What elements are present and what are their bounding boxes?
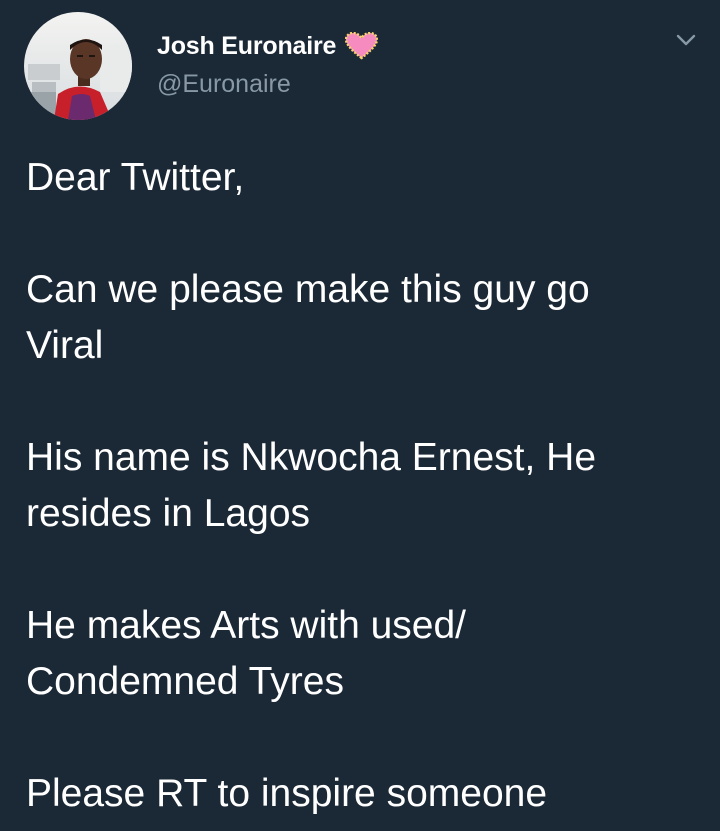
- tweet-text: Dear Twitter, Can we please make this gu…: [26, 150, 696, 822]
- display-name[interactable]: Josh Euronaire: [157, 32, 336, 61]
- tweet-paragraph: His name is Nkwocha Ernest, He resides i…: [26, 430, 696, 542]
- tweet-line: Please RT to inspire someone: [26, 772, 548, 815]
- tweet-line: resides in Lagos: [26, 492, 311, 535]
- tweet-paragraph: Please RT to inspire someone: [26, 766, 696, 822]
- tweet-line: Condemned Tyres: [26, 660, 344, 703]
- tweet-line: Can we please make this guy go: [26, 268, 590, 311]
- tweet-line: Dear Twitter,: [26, 156, 245, 199]
- tweet: Josh Euronaire @Euronaire Dear Twitter, …: [0, 0, 720, 831]
- chevron-down-icon[interactable]: [669, 28, 703, 52]
- author-info: Josh Euronaire @Euronaire: [157, 30, 379, 99]
- tweet-line: His name is Nkwocha Ernest, He: [26, 436, 597, 479]
- tweet-line: Viral: [26, 324, 104, 367]
- pink-heart-icon: [345, 31, 379, 60]
- avatar[interactable]: [24, 12, 132, 120]
- tweet-paragraph: Can we please make this guy go Viral: [26, 262, 696, 374]
- tweet-paragraph: Dear Twitter,: [26, 150, 696, 206]
- tweet-line: He makes Arts with used/: [26, 604, 467, 647]
- user-handle[interactable]: @Euronaire: [157, 70, 378, 99]
- name-row: Josh Euronaire: [157, 30, 379, 62]
- tweet-paragraph: He makes Arts with used/ Condemned Tyres: [26, 598, 696, 710]
